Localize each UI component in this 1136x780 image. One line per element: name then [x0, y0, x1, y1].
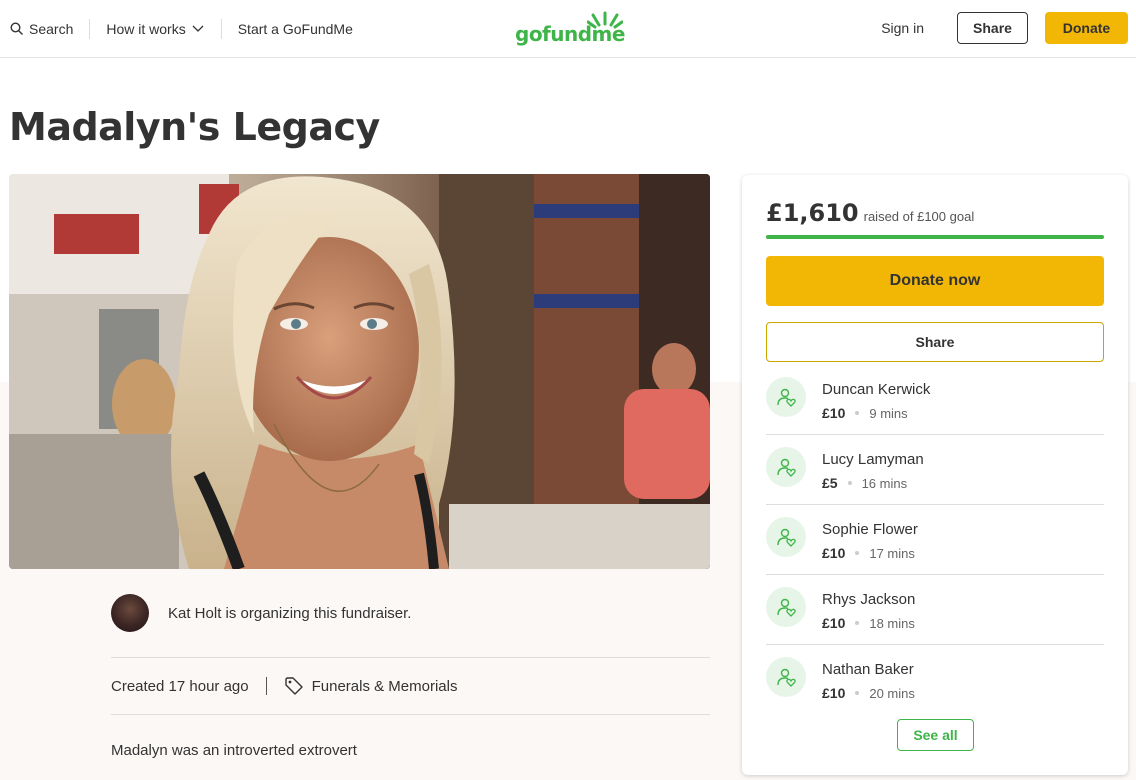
progress-bar	[766, 235, 1104, 239]
see-all-button[interactable]: See all	[897, 719, 974, 751]
divider	[111, 657, 710, 658]
story-text: Madalyn was an introverted extrovert	[111, 742, 357, 759]
donor-heart-icon	[766, 517, 806, 557]
separator-dot	[847, 481, 852, 485]
search-label: Search	[29, 20, 74, 37]
donation-time: 18 mins	[869, 615, 915, 631]
raised-goal-text: raised of £100 goal	[863, 209, 975, 224]
campaign-photo-illustration	[9, 174, 710, 569]
header-donate-button[interactable]: Donate	[1045, 12, 1128, 44]
how-it-works-label: How it works	[106, 20, 186, 37]
tag-icon	[284, 676, 304, 696]
separator-dot	[855, 621, 860, 625]
site-header: Search How it works Start a GoFundMe gof…	[0, 0, 1136, 58]
donation-time: 16 mins	[861, 475, 908, 491]
created-text: Created 17 hour ago	[111, 677, 249, 695]
divider	[111, 714, 710, 715]
nav-right: Sign in Share Donate	[881, 12, 1128, 44]
donation-time: 20 mins	[869, 685, 915, 701]
raised-summary: £1,610 raised of £100 goal	[766, 199, 974, 227]
logo-rays-icon	[587, 11, 623, 29]
donation-sidebar: £1,610 raised of £100 goal Donate now Sh…	[742, 175, 1128, 775]
category-link[interactable]: Funerals & Memorials	[312, 678, 458, 695]
donation-amount: £5	[822, 475, 838, 491]
nav-left: Search How it works Start a GoFundMe	[10, 0, 353, 57]
donation-time: 9 mins	[869, 405, 908, 421]
organizer-row: Kat Holt is organizing this fundraiser.	[111, 594, 411, 632]
how-it-works-menu[interactable]: How it works	[106, 21, 204, 37]
donor-name: Lucy Lamyman	[822, 451, 924, 468]
organizer-text: Kat Holt is organizing this fundraiser.	[168, 604, 412, 622]
separator-dot	[855, 551, 860, 555]
header-share-button[interactable]: Share	[957, 12, 1028, 44]
donation-meta: £5 16 mins	[822, 475, 907, 491]
separator-dot	[855, 411, 860, 415]
donation-meta: £10 17 mins	[822, 545, 915, 561]
donation-meta: £10 18 mins	[822, 615, 915, 631]
donation-item: Lucy Lamyman £5 16 mins	[766, 435, 1104, 505]
donate-now-button[interactable]: Donate now	[766, 256, 1104, 306]
donation-amount: £10	[822, 545, 846, 561]
donation-amount: £10	[822, 405, 846, 421]
campaign-meta: Created 17 hour ago Funerals & Memorials	[111, 676, 458, 696]
donation-item: Nathan Baker £10 20 mins	[766, 645, 1104, 715]
nav-divider	[89, 18, 91, 39]
donation-item: Rhys Jackson £10 18 mins	[766, 575, 1104, 645]
donor-heart-icon	[766, 587, 806, 627]
gofundme-logo[interactable]: gofundme	[515, 10, 625, 46]
raised-amount: £1,610	[766, 199, 859, 227]
donor-heart-icon	[766, 657, 806, 697]
progress-fill	[766, 235, 1104, 239]
nav-divider	[220, 18, 222, 39]
sign-in-link[interactable]: Sign in	[881, 20, 924, 36]
start-gofundme-link[interactable]: Start a GoFundMe	[238, 21, 353, 37]
donation-item: Duncan Kerwick £10 9 mins	[766, 365, 1104, 435]
start-gofundme-label: Start a GoFundMe	[237, 20, 353, 37]
meta-divider	[265, 677, 267, 695]
page-title: Madalyn's Legacy	[9, 105, 380, 149]
donor-name: Duncan Kerwick	[822, 381, 931, 398]
donation-time: 17 mins	[869, 545, 915, 561]
donation-meta: £10 20 mins	[822, 685, 915, 701]
separator-dot	[855, 691, 860, 695]
donation-item: Sophie Flower £10 17 mins	[766, 505, 1104, 575]
chevron-down-icon	[192, 25, 204, 32]
search-button[interactable]: Search	[10, 21, 73, 37]
donation-amount: £10	[822, 615, 846, 631]
recent-donations-list: Duncan Kerwick £10 9 mins Lucy Lamyman £…	[766, 365, 1104, 715]
sidebar-share-button[interactable]: Share	[766, 322, 1104, 362]
donor-name: Nathan Baker	[822, 661, 914, 678]
campaign-photo	[9, 174, 710, 569]
donor-heart-icon	[766, 377, 806, 417]
donor-heart-icon	[766, 447, 806, 487]
donation-amount: £10	[822, 685, 846, 701]
donation-meta: £10 9 mins	[822, 405, 908, 421]
organizer-avatar[interactable]	[111, 594, 149, 632]
search-icon	[10, 21, 23, 35]
donor-name: Rhys Jackson	[822, 591, 916, 608]
donor-name: Sophie Flower	[822, 521, 918, 538]
